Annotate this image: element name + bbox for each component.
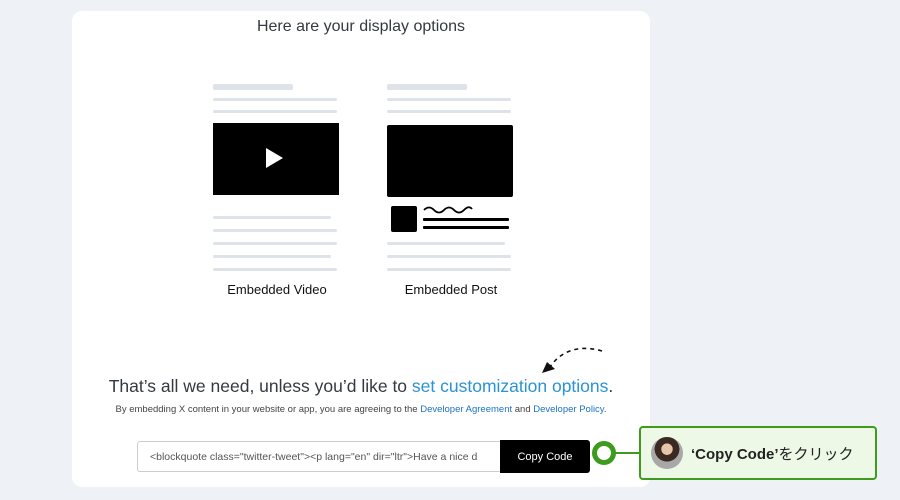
- embedded-post-label: Embedded Post: [404, 282, 498, 297]
- squiggle-icon: [423, 206, 473, 214]
- instruction-callout: ‘Copy Code’をクリック: [639, 426, 877, 480]
- play-icon: [266, 148, 283, 168]
- placeholder-line: [213, 216, 331, 219]
- embedded-post-option[interactable]: Embedded Post: [387, 84, 515, 304]
- placeholder-line: [387, 242, 505, 245]
- placeholder-line: [387, 110, 511, 113]
- post-thumbnail: [387, 125, 513, 197]
- embedded-video-label: Embedded Video: [227, 282, 327, 297]
- embed-code-field[interactable]: [137, 441, 501, 472]
- placeholder-line: [387, 98, 511, 101]
- placeholder-line: [213, 242, 337, 245]
- terms-text: and: [512, 404, 534, 415]
- cta-suffix: .: [608, 376, 614, 396]
- placeholder-line: [213, 98, 337, 101]
- copy-code-button[interactable]: Copy Code: [500, 440, 590, 473]
- video-thumbnail: [213, 123, 339, 195]
- placeholder-line: [213, 268, 337, 271]
- developer-agreement-link[interactable]: Developer Agreement: [420, 404, 512, 415]
- terms-notice: By embedding X content in your website o…: [72, 404, 650, 415]
- callout-text: ‘Copy Code’をクリック: [691, 443, 854, 464]
- placeholder-bar: [423, 226, 509, 229]
- placeholder-line: [213, 84, 293, 90]
- placeholder-line: [213, 229, 337, 232]
- cta-text: That’s all we need, unless you’d like to: [108, 376, 412, 396]
- placeholder-line: [387, 84, 467, 90]
- terms-suffix: .: [603, 404, 607, 415]
- terms-text: By embedding X content in your website o…: [115, 404, 421, 415]
- developer-policy-link[interactable]: Developer Policy: [533, 404, 604, 415]
- customization-prompt: That’s all we need, unless you’d like to…: [72, 376, 650, 397]
- placeholder-line: [213, 255, 331, 258]
- dashed-arrow-icon: [542, 347, 603, 373]
- placeholder-line: [213, 110, 337, 113]
- placeholder-bar: [423, 218, 509, 221]
- set-customization-options-link[interactable]: set customization options: [412, 376, 609, 396]
- embed-options-panel: Here are your display options Embedded V…: [72, 11, 650, 487]
- page-title: Here are your display options: [256, 18, 466, 35]
- callout-bold-text: ‘Copy Code’: [691, 445, 779, 463]
- guide-avatar: [651, 437, 683, 469]
- callout-connector: [614, 452, 640, 454]
- click-indicator-ring: [592, 441, 616, 465]
- callout-jp-text: をクリック: [778, 445, 854, 463]
- placeholder-line: [387, 255, 511, 258]
- avatar-placeholder-icon: [391, 206, 417, 232]
- placeholder-line: [387, 268, 511, 271]
- embedded-video-option[interactable]: Embedded Video: [213, 84, 341, 304]
